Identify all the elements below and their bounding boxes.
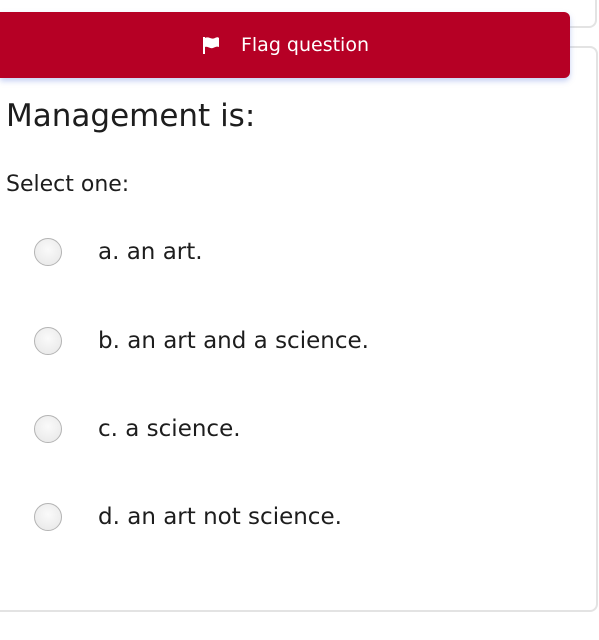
- flag-question-label: Flag question: [240, 34, 370, 56]
- question-text: Management is:: [6, 98, 256, 134]
- radio-button-d[interactable]: [34, 503, 62, 531]
- select-one-prompt: Select one:: [6, 172, 130, 197]
- flag-question-button[interactable]: Flag question: [0, 12, 570, 78]
- radio-button-c[interactable]: [34, 415, 62, 443]
- answer-option-d[interactable]: d. an art not science.: [34, 497, 554, 537]
- answer-option-c[interactable]: c. a science.: [34, 409, 554, 449]
- answer-label-a: a. an art.: [98, 239, 203, 265]
- radio-button-a[interactable]: [34, 238, 62, 266]
- answer-label-c: c. a science.: [98, 416, 241, 442]
- flag-icon: [201, 35, 221, 55]
- answer-option-b[interactable]: b. an art and a science.: [34, 321, 554, 361]
- answer-option-a[interactable]: a. an art.: [34, 232, 554, 272]
- quiz-page: Flag question Management is: Select one:…: [0, 0, 599, 640]
- answer-label-b: b. an art and a science.: [98, 328, 369, 354]
- answer-label-d: d. an art not science.: [98, 504, 342, 530]
- radio-button-b[interactable]: [34, 327, 62, 355]
